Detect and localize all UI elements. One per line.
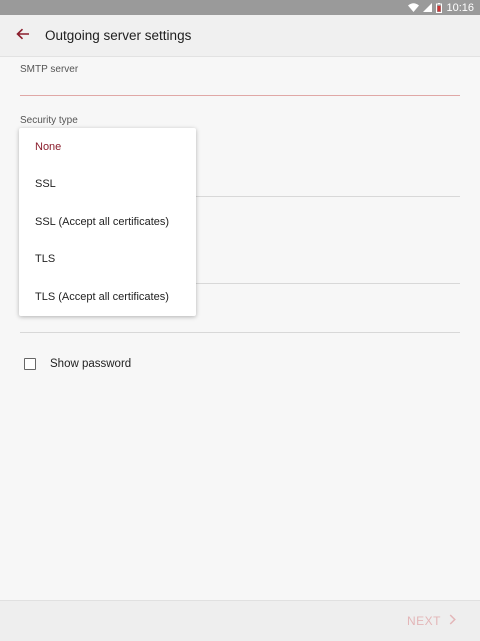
status-bar: 10:16 bbox=[0, 0, 480, 15]
password-field-underline bbox=[20, 332, 460, 333]
page-title: Outgoing server settings bbox=[45, 28, 192, 43]
smtp-server-underline bbox=[20, 95, 460, 96]
battery-icon bbox=[436, 2, 443, 13]
smtp-server-label: SMTP server bbox=[20, 64, 79, 75]
chevron-right-icon bbox=[449, 614, 456, 628]
app-bar: Outgoing server settings bbox=[0, 15, 480, 57]
next-label: NEXT bbox=[406, 614, 441, 628]
bottom-bar: NEXT bbox=[0, 600, 480, 641]
show-password-checkbox-row[interactable]: Show password bbox=[24, 358, 131, 370]
dropdown-option-ssl-accept-all[interactable]: SSL (Accept all certificates) bbox=[19, 203, 196, 241]
dropdown-option-ssl[interactable]: SSL bbox=[19, 166, 196, 204]
signal-icon bbox=[423, 3, 433, 12]
dropdown-option-tls-accept-all[interactable]: TLS (Accept all certificates) bbox=[19, 278, 196, 316]
status-time: 10:16 bbox=[446, 1, 474, 14]
arrow-left-icon bbox=[16, 27, 30, 45]
show-password-label: Show password bbox=[50, 358, 132, 370]
show-password-checkbox[interactable] bbox=[24, 358, 36, 370]
security-type-label: Security type bbox=[20, 115, 78, 126]
next-button[interactable]: NEXT bbox=[407, 614, 456, 628]
wifi-icon bbox=[408, 3, 420, 12]
security-type-dropdown: None SSL SSL (Accept all certificates) T… bbox=[19, 128, 196, 316]
status-icons: 10:16 bbox=[408, 0, 474, 15]
back-button[interactable] bbox=[8, 21, 38, 51]
dropdown-option-none[interactable]: None bbox=[19, 128, 196, 166]
smtp-server-input[interactable] bbox=[20, 77, 460, 95]
dropdown-option-tls[interactable]: TLS bbox=[19, 241, 196, 279]
